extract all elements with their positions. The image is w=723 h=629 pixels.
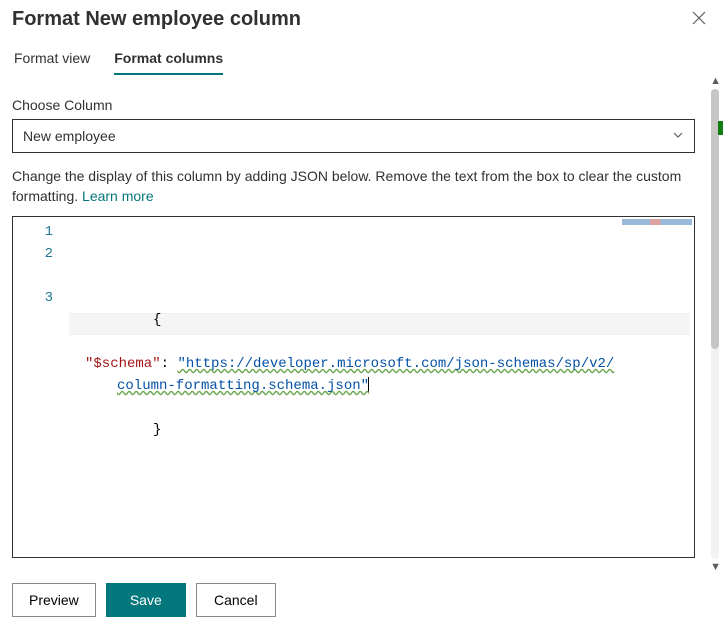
code-schema-url-part1: "https://developer.microsoft.com/json-sc… [177, 356, 614, 372]
code-brace-close: } [153, 422, 161, 438]
choose-column-label: Choose Column [12, 97, 711, 113]
json-editor[interactable]: 1 2 3 { "$schema": "https://developer.mi… [12, 216, 695, 558]
cancel-button[interactable]: Cancel [196, 583, 276, 617]
code-content[interactable]: { "$schema": "https://developer.microsof… [69, 217, 694, 557]
scrollbar-marker [718, 121, 723, 135]
tab-strip: Format view Format columns [0, 32, 723, 75]
close-button[interactable] [687, 8, 711, 32]
panel-footer: Preview Save Cancel [0, 573, 723, 629]
panel-body: ▲ ▼ Choose Column New employee Change th… [0, 75, 723, 573]
line-number: 1 [13, 221, 53, 243]
save-button[interactable]: Save [106, 583, 186, 617]
code-schema-url-part2: column-formatting.schema.json" [117, 378, 369, 394]
learn-more-link[interactable]: Learn more [82, 188, 154, 204]
format-column-panel: Format New employee column Format view F… [0, 0, 723, 629]
line-number: 3 [13, 287, 53, 309]
code-editor-surface[interactable]: 1 2 3 { "$schema": "https://developer.mi… [13, 217, 694, 557]
panel-header: Format New employee column [0, 0, 723, 32]
code-colon: : [161, 356, 178, 372]
current-line-highlight [69, 313, 690, 335]
line-number: 2 [13, 243, 53, 287]
preview-button[interactable]: Preview [12, 583, 96, 617]
column-dropdown-value: New employee [23, 128, 116, 144]
scroll-up-icon[interactable]: ▲ [710, 75, 721, 87]
scroll-down-icon[interactable]: ▼ [710, 561, 721, 573]
code-key-schema: "$schema" [85, 356, 161, 372]
line-number-gutter: 1 2 3 [13, 217, 69, 557]
column-dropdown[interactable]: New employee [12, 119, 695, 153]
help-text: Change the display of this column by add… [12, 167, 711, 206]
close-icon [692, 11, 706, 30]
panel-title: Format New employee column [12, 8, 687, 31]
code-brace-open: { [153, 312, 161, 328]
chevron-down-icon [672, 129, 684, 144]
tab-format-columns[interactable]: Format columns [114, 44, 223, 74]
tab-format-view[interactable]: Format view [14, 44, 90, 74]
